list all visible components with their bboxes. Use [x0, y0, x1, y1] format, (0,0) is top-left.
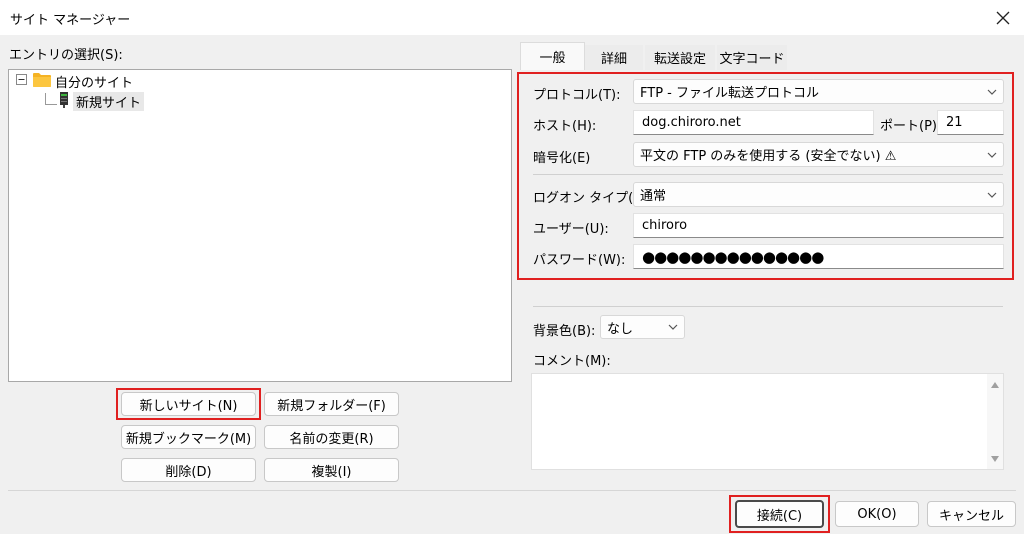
port-label: ポート(P): — [880, 119, 942, 134]
scroll-down-icon[interactable] — [991, 456, 999, 462]
new-site-button[interactable]: 新しいサイト(N) — [121, 392, 256, 416]
tab-charset[interactable]: 文字コード — [717, 45, 787, 70]
encryption-label: 暗号化(E) — [533, 151, 591, 166]
user-label: ユーザー(U): — [533, 222, 609, 237]
comment-textarea[interactable] — [531, 373, 1004, 470]
user-input[interactable]: chiroro — [633, 213, 1004, 238]
window-title: サイト マネージャー — [10, 13, 131, 28]
host-input[interactable]: dog.chiroro.net — [633, 110, 874, 135]
tree-root-label[interactable]: 自分のサイト — [55, 72, 133, 91]
folder-icon — [33, 72, 51, 87]
tab-transfer[interactable]: 転送設定 — [645, 45, 715, 70]
collapse-toggle[interactable] — [16, 74, 27, 85]
title-bar — [0, 0, 1024, 35]
chevron-down-icon — [987, 152, 997, 158]
tab-general[interactable]: 一般 — [520, 42, 585, 70]
bgcolor-select[interactable]: なし — [600, 315, 685, 339]
logon-type-select[interactable]: 通常 — [633, 182, 1004, 207]
collapse-icon — [18, 79, 25, 80]
password-input[interactable]: ●●●●●●●●●●●●●●● — [633, 244, 1004, 269]
separator — [533, 174, 1003, 175]
cancel-button[interactable]: キャンセル — [927, 501, 1016, 527]
protocol-value: FTP - ファイル転送プロトコル — [640, 86, 819, 101]
close-icon — [996, 11, 1010, 25]
protocol-label: プロトコル(T): — [533, 88, 621, 103]
tab-details[interactable]: 詳細 — [585, 45, 643, 70]
host-label: ホスト(H): — [533, 119, 597, 134]
protocol-select[interactable]: FTP - ファイル転送プロトコル — [633, 79, 1004, 104]
duplicate-button[interactable]: 複製(I) — [264, 458, 399, 482]
scroll-up-icon[interactable] — [991, 382, 999, 388]
footer-separator — [8, 490, 1016, 491]
new-bookmark-button[interactable]: 新規ブックマーク(M) — [121, 425, 256, 449]
encryption-select[interactable]: 平文の FTP のみを使用する (安全でない) ⚠ — [633, 142, 1004, 167]
chevron-down-icon — [668, 324, 678, 330]
bgcolor-label: 背景色(B): — [533, 324, 596, 339]
ok-button[interactable]: OK(O) — [835, 501, 919, 527]
comment-scrollbar[interactable] — [987, 374, 1003, 469]
password-label: パスワード(W): — [533, 253, 626, 268]
encryption-value: 平文の FTP のみを使用する (安全でない) ⚠ — [640, 149, 897, 164]
entries-label: エントリの選択(S): — [9, 48, 123, 63]
tree-line — [45, 104, 57, 105]
separator — [533, 306, 1003, 307]
new-folder-button[interactable]: 新規フォルダー(F) — [264, 392, 399, 416]
rename-button[interactable]: 名前の変更(R) — [264, 425, 399, 449]
bgcolor-value: なし — [607, 321, 634, 337]
server-icon — [59, 92, 69, 109]
chevron-down-icon — [987, 89, 997, 95]
chevron-down-icon — [987, 192, 997, 198]
connect-button[interactable]: 接続(C) — [735, 500, 824, 528]
comment-label: コメント(M): — [533, 354, 611, 369]
port-input[interactable]: 21 — [937, 110, 1004, 135]
site-tree[interactable]: 自分のサイト 新規サイト — [8, 69, 512, 382]
delete-button[interactable]: 削除(D) — [121, 458, 256, 482]
close-button[interactable] — [986, 4, 1020, 32]
logon-type-value: 通常 — [640, 189, 667, 204]
tree-child-label[interactable]: 新規サイト — [73, 92, 145, 111]
